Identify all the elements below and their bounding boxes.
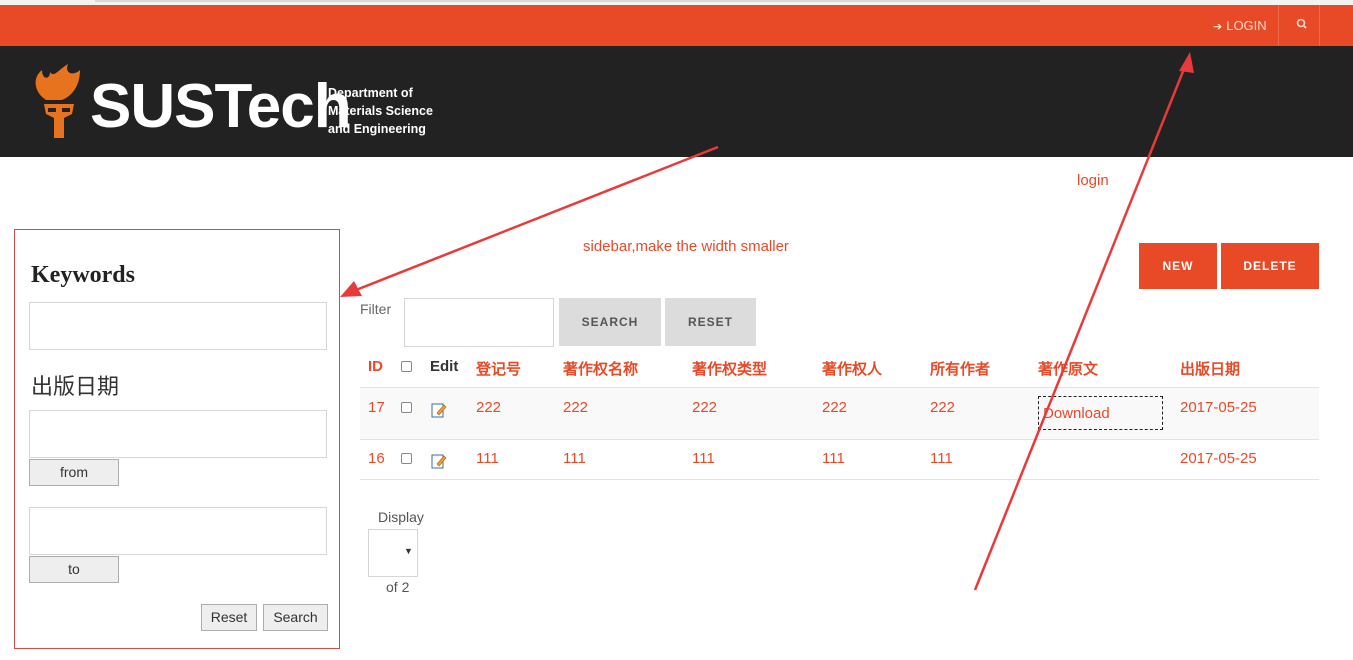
- site-header: SUSTech Department of Materials Science …: [0, 46, 1353, 157]
- date-to-input[interactable]: [29, 507, 327, 555]
- cell-name[interactable]: 222: [563, 399, 588, 416]
- filter-search-button[interactable]: SEARCH: [559, 298, 661, 346]
- header-authors[interactable]: 所有作者: [930, 358, 990, 379]
- search-sidebar: Keywords 出版日期 from to Reset Search: [14, 229, 340, 649]
- header-owner[interactable]: 著作权人: [822, 358, 882, 379]
- annotation-arrowhead: [340, 281, 362, 297]
- top-bar: ➔ LOGIN: [0, 5, 1353, 46]
- sidebar-annotation: sidebar,make the width smaller: [583, 238, 789, 255]
- header-id[interactable]: ID: [368, 358, 383, 375]
- publish-date-title: 出版日期: [31, 374, 120, 399]
- search-icon[interactable]: [1293, 15, 1311, 33]
- chevron-down-icon[interactable]: ▼: [404, 546, 413, 556]
- header-original[interactable]: 著作原文: [1038, 358, 1098, 379]
- login-annotation: login: [1077, 172, 1109, 189]
- cell-reg-no[interactable]: 222: [476, 399, 501, 416]
- filter-input[interactable]: [404, 298, 554, 347]
- reset-button[interactable]: Reset: [201, 604, 257, 631]
- topbar-divider: [1319, 5, 1320, 46]
- cell-authors[interactable]: 111: [930, 450, 953, 467]
- edit-icon[interactable]: [431, 453, 447, 469]
- dept-line: Materials Science: [328, 104, 433, 118]
- cell-id[interactable]: 17: [368, 399, 385, 416]
- header-type[interactable]: 著作权类型: [692, 358, 767, 379]
- date-from-input[interactable]: [29, 410, 327, 458]
- row-divider: [360, 439, 1319, 440]
- to-button[interactable]: to: [29, 556, 119, 583]
- keywords-input[interactable]: [29, 302, 327, 350]
- select-all-checkbox[interactable]: [401, 361, 412, 372]
- from-button[interactable]: from: [29, 459, 119, 486]
- filter-label: Filter: [360, 301, 392, 317]
- department-name: Department of Materials Science and Engi…: [328, 84, 433, 138]
- address-bar-edge: [95, 0, 1040, 2]
- login-label: LOGIN: [1226, 18, 1267, 33]
- sustech-logo[interactable]: SUSTech Department of Materials Science …: [28, 62, 448, 144]
- login-link[interactable]: ➔ LOGIN: [1213, 18, 1267, 33]
- new-button[interactable]: NEW: [1139, 243, 1217, 289]
- cell-name[interactable]: 111: [563, 450, 586, 467]
- row-checkbox[interactable]: [401, 453, 412, 464]
- dept-line: and Engineering: [328, 122, 426, 136]
- logo-wordmark: SUSTech: [90, 72, 352, 141]
- display-label: Display: [378, 509, 424, 525]
- delete-button[interactable]: DELETE: [1221, 243, 1319, 289]
- page-count-label: of 2: [386, 579, 410, 595]
- edit-icon[interactable]: [431, 402, 447, 418]
- header-reg-no[interactable]: 登记号: [476, 358, 521, 379]
- header-name[interactable]: 著作权名称: [563, 358, 638, 379]
- filter-reset-button[interactable]: RESET: [665, 298, 756, 346]
- header-date[interactable]: 出版日期: [1180, 358, 1240, 379]
- topbar-divider: [1278, 5, 1279, 46]
- row-checkbox[interactable]: [401, 402, 412, 413]
- cell-type[interactable]: 222: [692, 399, 717, 416]
- keywords-title: Keywords: [31, 262, 135, 288]
- flame-icon: [35, 64, 80, 138]
- search-button[interactable]: Search: [263, 604, 328, 631]
- sign-in-icon: ➔: [1213, 21, 1223, 33]
- cell-authors[interactable]: 222: [930, 399, 955, 416]
- cell-owner[interactable]: 222: [822, 399, 847, 416]
- annotation-arrow-line: [355, 145, 719, 292]
- download-link[interactable]: Download: [1043, 405, 1110, 422]
- table-bottom-divider: [360, 479, 1319, 480]
- cell-owner[interactable]: 111: [822, 450, 845, 467]
- cell-type[interactable]: 111: [692, 450, 715, 467]
- cell-date[interactable]: 2017-05-25: [1180, 450, 1257, 467]
- cell-id[interactable]: 16: [368, 450, 385, 467]
- cell-reg-no[interactable]: 111: [476, 450, 499, 467]
- cell-date[interactable]: 2017-05-25: [1180, 399, 1257, 416]
- dept-line: Department of: [328, 86, 413, 100]
- header-edit: Edit: [430, 358, 459, 375]
